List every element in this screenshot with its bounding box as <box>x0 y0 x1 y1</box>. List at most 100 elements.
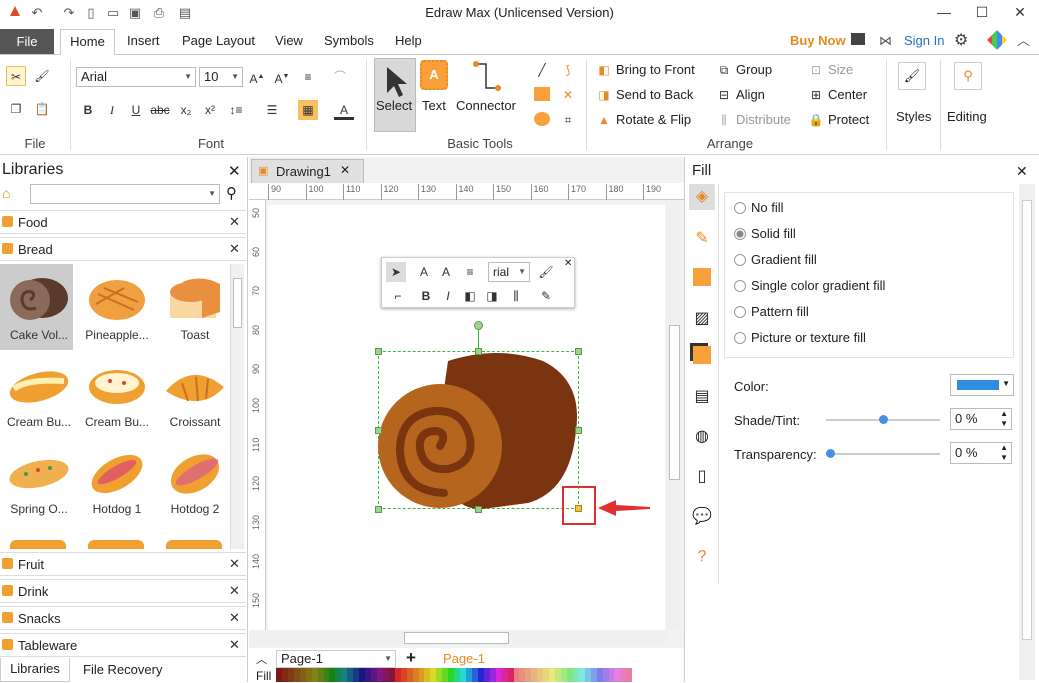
line-spacing-icon[interactable]: ↕≡ <box>226 100 246 120</box>
tab-symbols[interactable]: Symbols <box>324 31 374 53</box>
underline-icon[interactable]: U <box>126 100 146 120</box>
library-shape-cream2[interactable]: Cream Bu... <box>78 351 156 437</box>
font-name-select[interactable]: Arial ▼ <box>76 67 196 87</box>
search-icon[interactable]: ⚲ <box>954 62 982 90</box>
library-shape-partial[interactable] <box>88 540 144 549</box>
library-category-drink[interactable]: Drink ✕ <box>0 579 246 603</box>
styles-icon[interactable]: 🖌 <box>898 62 926 90</box>
grow-font-icon[interactable]: A▲ <box>247 67 267 87</box>
library-shape-croissant[interactable]: Croissant <box>156 351 230 437</box>
page-tab[interactable]: Page-1 <box>443 651 485 666</box>
radio-button[interactable] <box>734 202 746 214</box>
text-tool-label[interactable]: Text <box>422 98 446 113</box>
image-tab-icon[interactable]: ▨ <box>689 306 715 332</box>
shape-grid-scrollbar[interactable] <box>230 264 244 549</box>
buy-now-link[interactable]: Buy Now <box>790 31 846 53</box>
mini-grow-font-icon[interactable]: A <box>414 262 434 282</box>
resize-handle-sw[interactable] <box>375 506 382 513</box>
mini-connector-icon[interactable]: ⌐ <box>388 286 408 306</box>
page-select[interactable]: Page-1 ▼ <box>276 650 396 668</box>
sign-in-link[interactable]: Sign In <box>904 31 944 53</box>
radio-button[interactable] <box>734 332 746 344</box>
mini-line-style-icon[interactable]: ✎ <box>536 286 556 306</box>
close-window-button[interactable]: ✕ <box>1002 0 1038 26</box>
shrink-font-icon[interactable]: A▼ <box>272 67 292 87</box>
strikethrough-icon[interactable]: abc <box>150 100 170 120</box>
bring-to-front-icon[interactable]: ◧ <box>594 60 614 80</box>
ellipse-tool-icon[interactable] <box>534 112 550 126</box>
vertical-scrollbar[interactable] <box>666 200 683 630</box>
settings-gear-icon[interactable]: ⚙ <box>954 31 968 53</box>
tab-home[interactable]: Home <box>60 29 115 55</box>
transparency-slider-knob[interactable] <box>826 449 835 458</box>
bring-to-front-button[interactable]: Bring to Front <box>616 62 695 77</box>
globe-tab-icon[interactable]: ◍ <box>689 424 715 450</box>
resize-handle-w[interactable] <box>375 427 382 434</box>
library-shape-partial[interactable] <box>10 540 66 549</box>
close-libraries-icon[interactable]: ✕ <box>228 162 241 180</box>
tab-help[interactable]: Help <box>395 31 422 53</box>
layer-tab-icon[interactable] <box>693 346 711 364</box>
library-category-tableware[interactable]: Tableware ✕ <box>0 633 246 657</box>
copy-icon[interactable]: ❐ <box>6 99 26 119</box>
mini-distribute-icon[interactable]: ⫼ <box>506 286 526 306</box>
fill-option-single-color-gradient-fill[interactable]: Single color gradient fill <box>734 278 1004 296</box>
attachment-tab-icon[interactable]: ▯ <box>689 464 715 490</box>
size-icon[interactable]: ⊡ <box>806 60 826 80</box>
shade-slider-knob[interactable] <box>879 415 888 424</box>
library-shape-spring[interactable]: Spring O... <box>0 438 78 524</box>
styles-button[interactable]: Styles <box>896 109 931 124</box>
library-shape-cream1[interactable]: Cream Bu... <box>0 351 78 437</box>
mini-shrink-font-icon[interactable]: A <box>436 262 456 282</box>
library-search-input[interactable]: ▼ <box>30 184 220 204</box>
bullets-icon[interactable]: ☰ <box>262 100 282 120</box>
library-shape-bun[interactable]: Pineapple... <box>78 264 156 350</box>
bold-icon[interactable]: B <box>78 100 98 120</box>
highlight-icon[interactable]: ▦ <box>298 100 318 120</box>
send-to-back-icon[interactable]: ◨ <box>594 85 614 105</box>
rotation-handle[interactable] <box>474 321 483 330</box>
library-search-icon[interactable]: ⚲ <box>226 184 237 202</box>
mini-bring-front-icon[interactable]: ◧ <box>460 286 480 306</box>
radio-button[interactable] <box>734 228 746 240</box>
resize-handle-ne[interactable] <box>575 348 582 355</box>
tab-libraries[interactable]: Libraries <box>0 658 70 682</box>
size-button[interactable]: Size <box>828 62 853 77</box>
center-button[interactable]: Center <box>828 87 867 102</box>
tab-insert[interactable]: Insert <box>127 31 160 53</box>
library-shape-toast[interactable]: Toast <box>156 264 230 350</box>
mini-italic-icon[interactable]: I <box>438 286 458 306</box>
crop-tool-icon[interactable]: ⌗ <box>558 110 578 130</box>
resize-handle-n[interactable] <box>475 348 482 355</box>
subscript-icon[interactable]: x₂ <box>176 100 196 120</box>
tab-page-layout[interactable]: Page Layout <box>182 31 255 53</box>
library-category-snacks[interactable]: Snacks ✕ <box>0 606 246 630</box>
transparency-slider[interactable] <box>826 453 940 455</box>
cake-roll-shape[interactable] <box>378 351 580 511</box>
align-icon[interactable]: ⊟ <box>714 85 734 105</box>
minimize-button[interactable]: — <box>926 0 962 26</box>
tab-view[interactable]: View <box>275 31 303 53</box>
fill-panel-scrollbar[interactable] <box>1019 184 1035 680</box>
fill-option-gradient-fill[interactable]: Gradient fill <box>734 252 1004 270</box>
connector-tool-icon[interactable] <box>472 60 502 95</box>
cross-connector-icon[interactable]: ✕ <box>558 85 578 105</box>
library-shape-hotdog[interactable]: Hotdog 1 <box>78 438 156 524</box>
add-page-icon[interactable]: + <box>406 648 416 668</box>
group-icon[interactable]: ⧉ <box>714 60 734 80</box>
color-picker[interactable]: ▼ <box>950 374 1014 396</box>
font-size-select[interactable]: 10 ▼ <box>199 67 243 87</box>
align-button[interactable]: Align <box>736 87 765 102</box>
mini-format-painter-icon[interactable]: 🖌 <box>536 262 556 282</box>
radio-button[interactable] <box>734 306 746 318</box>
fill-option-pattern-fill[interactable]: Pattern fill <box>734 304 1004 322</box>
center-icon[interactable]: ⊞ <box>806 85 826 105</box>
resize-handle-s[interactable] <box>475 506 482 513</box>
cart-icon[interactable] <box>851 33 865 45</box>
text-path-icon[interactable]: ⌒ <box>330 67 350 87</box>
tab-file-recovery[interactable]: File Recovery <box>83 662 162 677</box>
editing-button[interactable]: Editing <box>947 109 987 124</box>
distribute-button[interactable]: Distribute <box>736 112 791 127</box>
library-category-fruit[interactable]: Fruit ✕ <box>0 552 246 576</box>
collapse-ribbon-icon[interactable]: ︿ <box>1017 31 1030 53</box>
